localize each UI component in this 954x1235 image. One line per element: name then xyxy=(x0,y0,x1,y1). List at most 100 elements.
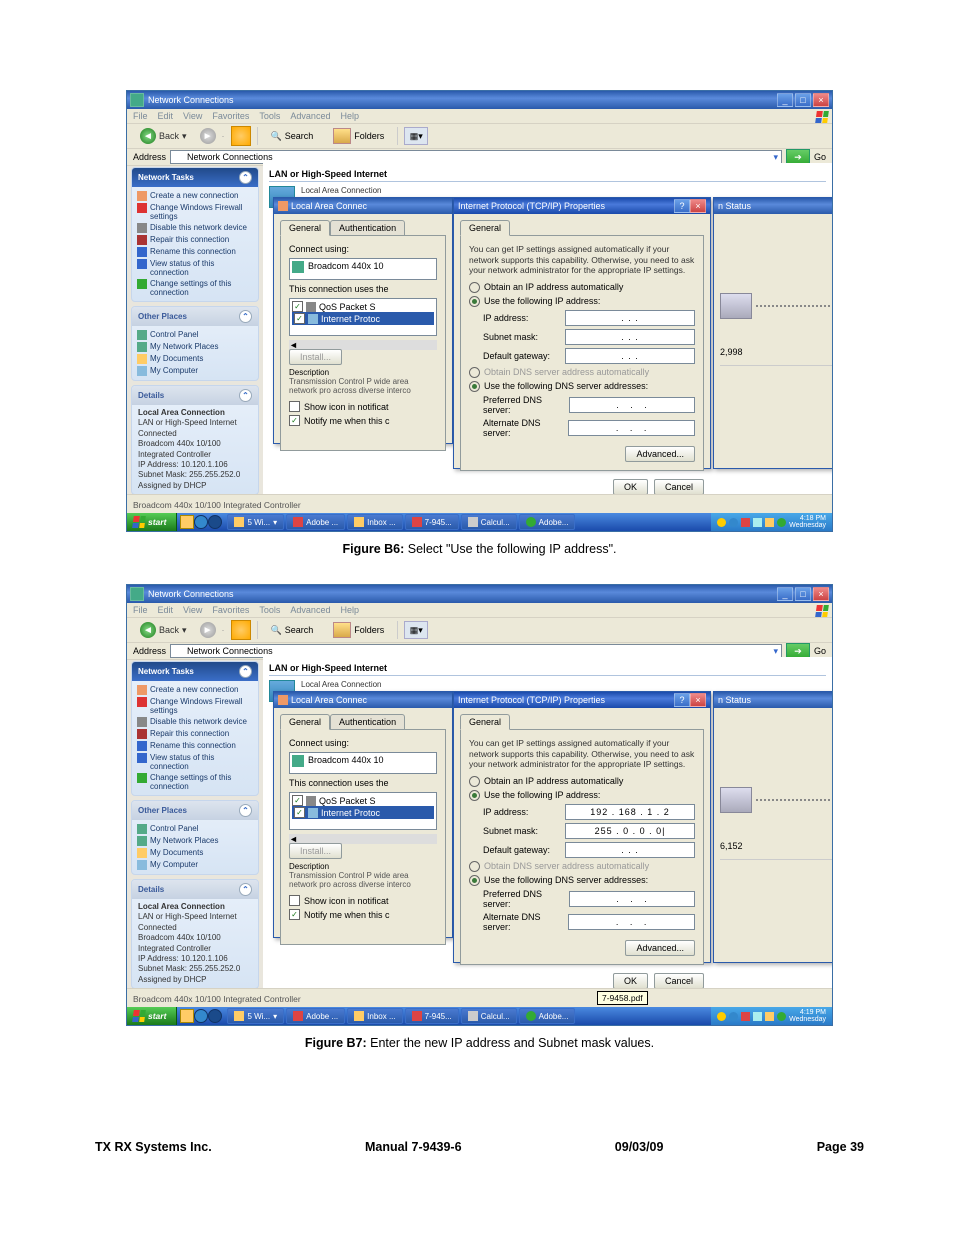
task-item[interactable]: Disable this network device xyxy=(137,222,253,234)
panel-header[interactable]: Other Places⌃ xyxy=(132,801,258,820)
taskbar-item[interactable]: Adobe... xyxy=(519,514,576,530)
search-button[interactable]: 🔍Search xyxy=(264,128,321,145)
place-item[interactable]: My Computer xyxy=(137,365,253,377)
panel-header[interactable]: Details⌃ xyxy=(132,386,258,405)
folders-button[interactable]: Folders xyxy=(326,125,391,147)
close-button[interactable]: × xyxy=(690,199,706,213)
panel-header[interactable]: Network Tasks⌃ xyxy=(132,662,258,681)
taskbar-item[interactable]: Adobe ... xyxy=(286,1008,345,1024)
gateway-input[interactable]: . . . xyxy=(565,842,695,858)
checkbox[interactable]: ✓ xyxy=(294,807,305,818)
ip-address-input[interactable]: . . . xyxy=(565,310,695,326)
tab-general[interactable]: General xyxy=(280,714,330,730)
dns-preferred-input[interactable]: . . . xyxy=(569,891,695,907)
menu-edit[interactable]: Edit xyxy=(158,111,174,121)
subnet-mask-input[interactable]: . . . xyxy=(565,329,695,345)
cancel-button[interactable]: Cancel xyxy=(654,479,704,495)
taskbar-item[interactable]: Calcul... xyxy=(461,514,517,530)
help-button[interactable]: ? xyxy=(674,199,690,213)
back-button[interactable]: ◄Back▾ xyxy=(133,125,194,147)
close-button[interactable]: × xyxy=(813,93,829,107)
radio-manual-ip[interactable]: Use the following IP address: xyxy=(469,296,695,307)
tray-icon[interactable] xyxy=(717,1012,726,1021)
install-button[interactable]: Install... xyxy=(289,843,342,859)
task-item[interactable]: Create a new connection xyxy=(137,190,253,202)
panel-header[interactable]: Details⌃ xyxy=(132,880,258,899)
quicklaunch-icon[interactable] xyxy=(180,515,194,529)
dns-alternate-input[interactable]: . . . xyxy=(568,420,695,436)
components-list[interactable]: ✓QoS Packet S ✓Internet Protoc xyxy=(289,298,437,336)
menu-view[interactable]: View xyxy=(183,605,202,615)
address-input[interactable]: Network Connections ▾ xyxy=(170,150,782,164)
radio-manual-ip[interactable]: Use the following IP address: xyxy=(469,790,695,801)
forward-button[interactable]: ► xyxy=(200,128,216,144)
quicklaunch-icon[interactable] xyxy=(180,1009,194,1023)
advanced-button[interactable]: Advanced... xyxy=(625,940,695,956)
start-button[interactable]: start xyxy=(127,1007,177,1025)
menu-tools[interactable]: Tools xyxy=(259,605,280,615)
menu-view[interactable]: View xyxy=(183,111,202,121)
place-item[interactable]: My Computer xyxy=(137,859,253,871)
radio-manual-dns[interactable]: Use the following DNS server addresses: xyxy=(469,875,695,886)
checkbox-notify[interactable]: ✓ xyxy=(289,415,300,426)
views-button[interactable]: ▦▾ xyxy=(404,127,428,145)
install-button[interactable]: Install... xyxy=(289,349,342,365)
quicklaunch-icon[interactable] xyxy=(208,515,222,529)
start-button[interactable]: start xyxy=(127,513,177,531)
task-item[interactable]: View status of this connection xyxy=(137,258,253,278)
menu-tools[interactable]: Tools xyxy=(259,111,280,121)
minimize-button[interactable]: _ xyxy=(777,587,793,601)
tab-authentication[interactable]: Authentication xyxy=(330,714,405,730)
taskbar-item[interactable]: 5 Wi...▾ xyxy=(227,1008,284,1024)
tab-general[interactable]: General xyxy=(280,220,330,236)
dns-alternate-input[interactable]: . . . xyxy=(568,914,695,930)
place-item[interactable]: My Network Places xyxy=(137,341,253,353)
address-input[interactable]: Network Connections ▾ xyxy=(170,644,782,658)
taskbar-item[interactable]: 5 Wi...▾ xyxy=(227,514,284,530)
maximize-button[interactable]: □ xyxy=(795,93,811,107)
tray-icon[interactable] xyxy=(729,518,738,527)
place-item[interactable]: My Documents xyxy=(137,847,253,859)
quicklaunch-icon[interactable] xyxy=(194,515,208,529)
ok-button[interactable]: OK xyxy=(613,973,648,989)
ok-button[interactable]: OK xyxy=(613,479,648,495)
advanced-button[interactable]: Advanced... xyxy=(625,446,695,462)
taskbar-item[interactable]: Adobe... xyxy=(519,1008,576,1024)
ip-address-input[interactable]: 192 . 168 . 1 . 2 xyxy=(565,804,695,820)
tray-icon[interactable] xyxy=(717,518,726,527)
checkbox-notify[interactable]: ✓ xyxy=(289,909,300,920)
taskbar-item[interactable]: Calcul... xyxy=(461,1008,517,1024)
task-item[interactable]: Change Windows Firewall settings xyxy=(137,202,253,222)
tray-icon[interactable] xyxy=(765,1012,774,1021)
place-item[interactable]: Control Panel xyxy=(137,329,253,341)
tray-icon[interactable] xyxy=(777,518,786,527)
place-item[interactable]: Control Panel xyxy=(137,823,253,835)
task-item[interactable]: Change settings of this connection xyxy=(137,772,253,792)
task-item[interactable]: Change settings of this connection xyxy=(137,278,253,298)
dropdown-icon[interactable]: ▾ xyxy=(773,646,778,657)
menu-help[interactable]: Help xyxy=(340,111,359,121)
cancel-button[interactable]: Cancel xyxy=(654,973,704,989)
checkbox[interactable]: ✓ xyxy=(294,313,305,324)
checkbox[interactable]: ✓ xyxy=(292,795,303,806)
radio-manual-dns[interactable]: Use the following DNS server addresses: xyxy=(469,381,695,392)
menu-file[interactable]: File xyxy=(133,605,148,615)
back-button[interactable]: ◄Back▾ xyxy=(133,619,194,641)
tray-icon[interactable] xyxy=(741,518,750,527)
dns-preferred-input[interactable]: . . . xyxy=(569,397,695,413)
up-button[interactable] xyxy=(231,620,251,640)
tab-general[interactable]: General xyxy=(460,714,510,730)
tray-icon[interactable] xyxy=(753,518,762,527)
panel-header[interactable]: Network Tasks⌃ xyxy=(132,168,258,187)
task-item[interactable]: Disable this network device xyxy=(137,716,253,728)
quicklaunch-icon[interactable] xyxy=(208,1009,222,1023)
views-button[interactable]: ▦▾ xyxy=(404,621,428,639)
tray-icon[interactable] xyxy=(729,1012,738,1021)
tray-icon[interactable] xyxy=(741,1012,750,1021)
taskbar-item[interactable]: 7-945... xyxy=(405,514,459,530)
tray-icon[interactable] xyxy=(765,518,774,527)
menu-favorites[interactable]: Favorites xyxy=(212,111,249,121)
checkbox-show-icon[interactable] xyxy=(289,895,300,906)
gateway-input[interactable]: . . . xyxy=(565,348,695,364)
help-button[interactable]: ? xyxy=(674,693,690,707)
